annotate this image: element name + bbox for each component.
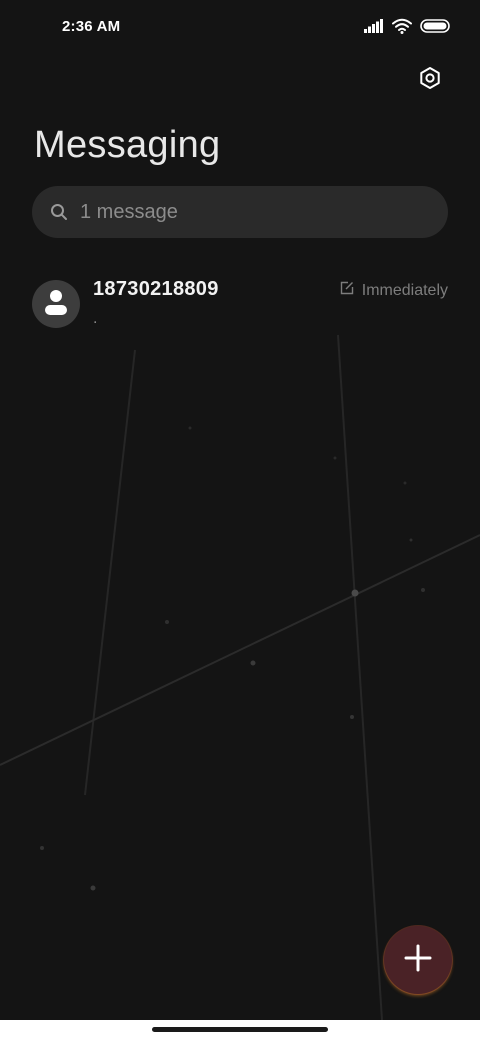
messaging-screen: 2:36 AM Messaging 1 message 18730218809 … [0,0,480,1040]
search-bar[interactable] [32,186,448,238]
new-message-button[interactable] [384,926,452,994]
page-title: Messaging [34,124,221,166]
status-bar: 2:36 AM [0,0,480,56]
search-icon [50,203,68,221]
search-input[interactable] [80,200,420,224]
conversation-list-item[interactable]: 18730218809 . Immediately [0,268,480,340]
battery-icon [420,19,450,38]
avatar[interactable] [32,280,80,328]
navigation-bar [0,1020,480,1040]
status-time: 2:36 AM [62,18,121,35]
status-icons [364,18,450,39]
settings-hexagon-icon [418,66,442,95]
contact-name: 18730218809 [93,278,219,300]
draft-edit-icon [340,281,354,300]
wifi-icon [392,18,412,39]
settings-button[interactable] [414,64,446,96]
message-time: Immediately [340,281,448,300]
signal-icon [364,19,384,38]
person-icon [44,289,68,320]
plus-icon [404,944,432,977]
time-label: Immediately [361,281,448,299]
home-indicator[interactable] [152,1027,328,1032]
message-preview: . [93,310,98,327]
